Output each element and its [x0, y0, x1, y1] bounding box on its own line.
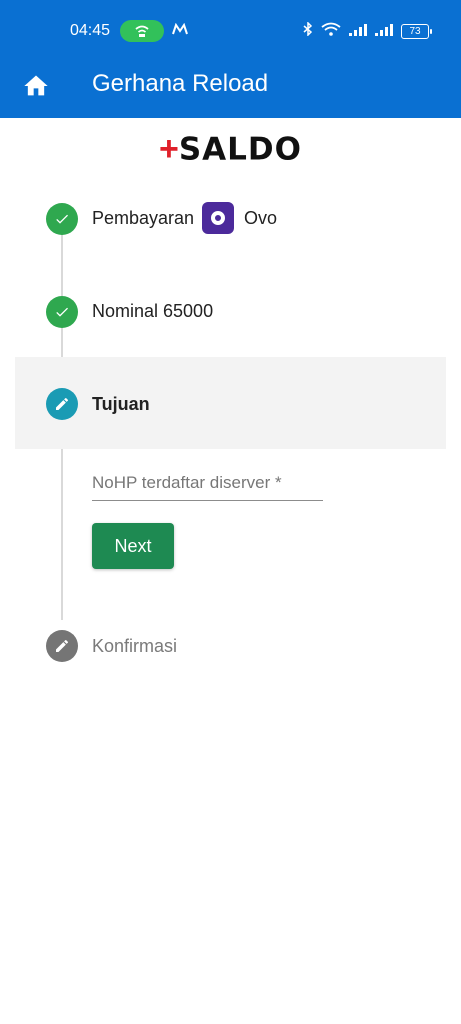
signal-icon [349, 23, 367, 41]
hotspot-icon[interactable] [120, 20, 164, 42]
saldo-logo: +SALDO [0, 130, 461, 169]
home-icon[interactable] [22, 72, 50, 100]
status-bar: 04:45 73 [0, 0, 461, 60]
check-icon [46, 203, 78, 235]
m-app-icon [172, 22, 188, 38]
wifi-icon [321, 22, 341, 41]
status-time: 04:45 [70, 22, 111, 39]
step-label-konfirmasi: Konfirmasi [92, 636, 178, 656]
step-label-tujuan[interactable]: Tujuan [92, 394, 150, 415]
check-icon [46, 296, 78, 328]
app-bar: Gerhana Reload [0, 60, 461, 118]
phone-number-field-wrapper [92, 470, 323, 501]
step-label-nominal[interactable]: Nominal 65000 [92, 301, 213, 322]
logo-text: SALDO [178, 131, 303, 168]
ovo-logo-icon [202, 202, 234, 234]
step-label-pembayaran[interactable]: Pembayaran [92, 208, 194, 229]
edit-icon [46, 388, 78, 420]
payment-method-label: Ovo [244, 208, 278, 228]
battery-icon: 73 [401, 24, 432, 39]
status-icons: 73 [303, 21, 432, 41]
signal-icon [375, 23, 393, 41]
phone-number-input[interactable] [92, 470, 323, 496]
edit-icon [46, 630, 78, 662]
next-button[interactable]: Next [92, 523, 174, 569]
bluetooth-icon [303, 21, 313, 41]
logo-plus: + [158, 130, 179, 168]
active-step-highlight [15, 357, 446, 449]
step-connector [61, 449, 63, 620]
page-title: Gerhana Reload [92, 70, 269, 97]
step-connector [61, 327, 63, 357]
step-connector [61, 234, 63, 296]
